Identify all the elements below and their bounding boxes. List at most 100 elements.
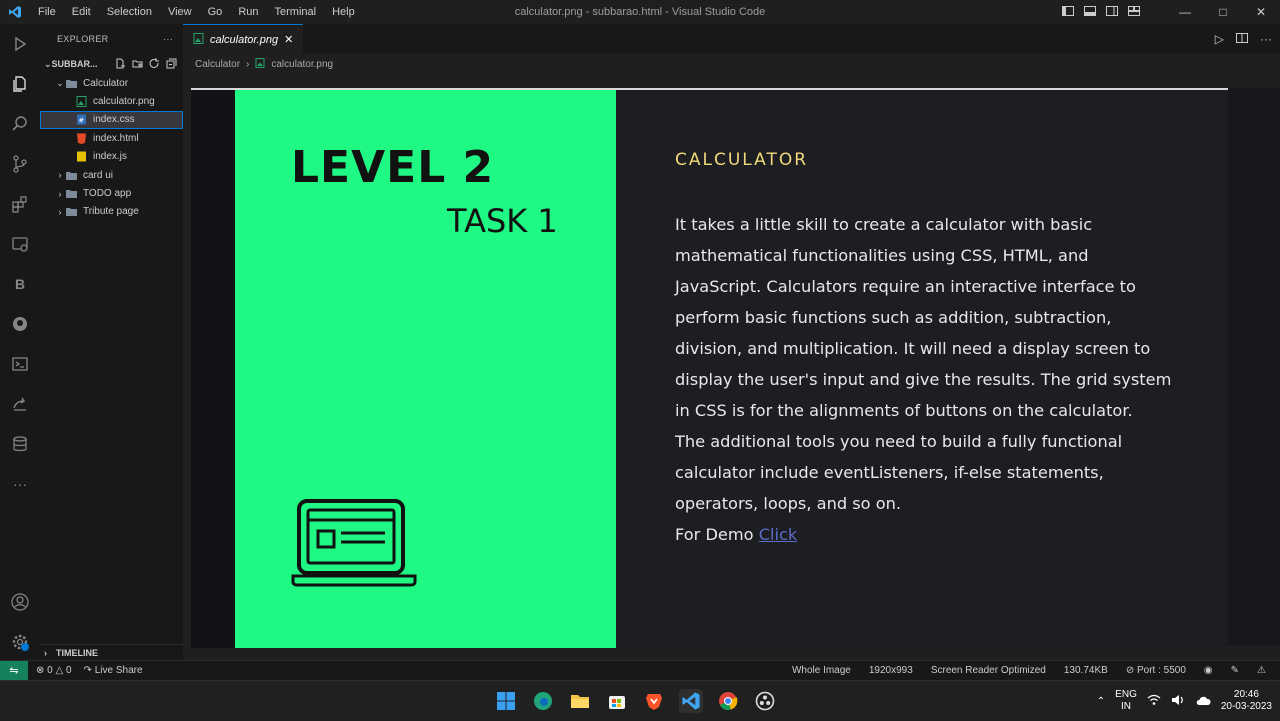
live-share-icon[interactable] (0, 384, 40, 424)
live-server-port[interactable]: ⊘ Port : 5500 (1126, 665, 1186, 676)
tree-file-index-js[interactable]: index.js (40, 148, 183, 166)
brave-browser-icon[interactable] (642, 689, 666, 713)
chevron-right-icon: › (246, 58, 250, 70)
toggle-secondary-sidebar-icon[interactable] (1106, 5, 1118, 20)
tree-item-label: calculator.png (93, 96, 155, 108)
input-language[interactable]: ENG IN (1115, 689, 1137, 713)
windows-start-icon[interactable] (494, 689, 518, 713)
file-explorer-icon[interactable] (568, 689, 592, 713)
menu-go[interactable]: Go (200, 6, 231, 18)
slide-body-line: in CSS is for the alignments of buttons … (675, 401, 1133, 420)
tree-folder-todo-app[interactable]: › TODO app (40, 184, 183, 202)
menu-help[interactable]: Help (324, 6, 363, 18)
title-bar: File Edit Selection View Go Run Terminal… (0, 0, 1280, 24)
run-debug-icon[interactable] (0, 24, 40, 64)
explorer-more-icon[interactable]: ··· (163, 34, 173, 44)
extensions-icon[interactable] (0, 184, 40, 224)
terminal-icon[interactable] (0, 344, 40, 384)
more-actions-icon[interactable]: ··· (1260, 32, 1272, 46)
clock-date: 20-03-2023 (1220, 701, 1272, 712)
preview-scroll-area (1228, 88, 1280, 646)
menu-file[interactable]: File (30, 6, 64, 18)
notifications-bell-icon[interactable]: ⚠ (1257, 665, 1266, 676)
database-icon[interactable] (0, 424, 40, 464)
js-file-icon (76, 151, 88, 162)
menu-edit[interactable]: Edit (64, 6, 99, 18)
menu-view[interactable]: View (160, 6, 200, 18)
manage-gear-icon[interactable] (0, 622, 40, 662)
remote-explorer-icon[interactable] (0, 224, 40, 264)
slide-body-line: It takes a little skill to create a calc… (675, 215, 1093, 234)
editor-tabs: calculator.png ✕ ▷ ··· (183, 24, 1280, 54)
slide-body-line: calculator include eventListeners, if-el… (675, 463, 1104, 482)
chrome-browser-icon[interactable] (716, 689, 740, 713)
maximize-button[interactable]: □ (1204, 5, 1242, 19)
image-file-icon (255, 57, 265, 71)
edge-browser-icon[interactable] (531, 689, 555, 713)
menu-run[interactable]: Run (230, 6, 266, 18)
timeline-label: TIMELINE (56, 647, 98, 658)
demo-link: Click (758, 525, 798, 544)
breadcrumb-folder[interactable]: Calculator (195, 59, 240, 70)
toggle-sidebar-icon[interactable] (1062, 5, 1074, 20)
remote-indicator-icon[interactable]: ⇋ (0, 660, 28, 681)
editor-area: calculator.png ✕ ▷ ··· Calculator › calc… (183, 24, 1280, 660)
vscode-taskbar-icon[interactable] (679, 689, 703, 713)
screen-reader-mode[interactable]: Screen Reader Optimized (931, 665, 1046, 676)
explorer-icon[interactable] (0, 64, 40, 104)
menu-selection[interactable]: Selection (99, 6, 160, 18)
tray-overflow-chevron-icon[interactable]: ⌃ (1097, 696, 1105, 707)
slide-body-line: mathematical functionalities using CSS, … (675, 246, 1089, 265)
workspace-root[interactable]: ⌄ SUBBAR... (40, 54, 183, 74)
demo-label: For Demo (675, 525, 759, 544)
region-code: IN (1121, 701, 1131, 712)
accounts-icon[interactable] (0, 582, 40, 622)
collapse-all-icon[interactable] (166, 58, 177, 71)
tree-file-index-html[interactable]: index.html (40, 129, 183, 147)
weather-cloud-icon[interactable] (1195, 694, 1211, 709)
slide-body-line: JavaScript. Calculators require an inter… (675, 277, 1136, 296)
slide-body-line: display the user's input and give the re… (675, 370, 1172, 389)
new-folder-icon[interactable] (132, 58, 143, 71)
new-file-icon[interactable] (115, 58, 126, 71)
breadcrumb-file[interactable]: calculator.png (271, 59, 333, 70)
live-share-button[interactable]: ↷ Live Share (84, 665, 143, 676)
more-icon[interactable]: ··· (0, 464, 40, 504)
tree-item-label: index.js (93, 151, 127, 163)
tab-calculator-png[interactable]: calculator.png ✕ (183, 24, 304, 54)
tree-folder-card-ui[interactable]: › card ui (40, 166, 183, 184)
tree-item-label: TODO app (83, 188, 132, 200)
whole-image-button[interactable]: Whole Image (792, 665, 851, 676)
split-editor-icon[interactable] (1236, 32, 1248, 47)
refresh-icon[interactable] (149, 57, 160, 71)
slide-left-band (191, 90, 235, 648)
system-clock[interactable]: 20:46 20-03-2023 (1221, 689, 1272, 713)
bootstrap-icon[interactable]: B (0, 264, 40, 304)
github-icon[interactable] (0, 304, 40, 344)
wifi-icon[interactable] (1147, 694, 1161, 709)
volume-icon[interactable] (1171, 694, 1185, 709)
tree-file-calculator-png[interactable]: calculator.png (40, 92, 183, 110)
search-icon[interactable] (0, 104, 40, 144)
timeline-section[interactable]: › TIMELINE (40, 644, 183, 660)
close-window-button[interactable]: ✕ (1242, 5, 1280, 19)
source-control-icon[interactable] (0, 144, 40, 184)
close-tab-icon[interactable]: ✕ (284, 33, 293, 46)
menu-bar: File Edit Selection View Go Run Terminal… (30, 6, 363, 18)
obs-studio-icon[interactable] (753, 689, 777, 713)
image-file-icon (76, 96, 88, 108)
microsoft-store-icon[interactable] (605, 689, 629, 713)
copilot-icon[interactable]: ◉ (1204, 665, 1213, 676)
toggle-panel-icon[interactable] (1084, 5, 1096, 20)
menu-terminal[interactable]: Terminal (267, 6, 325, 18)
tree-file-index-css[interactable]: # index.css (40, 110, 183, 130)
minimize-button[interactable]: — (1166, 5, 1204, 19)
feedback-icon[interactable]: ✎ (1231, 665, 1239, 676)
problems-indicator[interactable]: ⊗ 0 △ 0 (36, 665, 72, 676)
run-icon[interactable]: ▷ (1215, 32, 1224, 46)
slide-green-panel: LEVEL 2 TASK 1 (235, 90, 616, 648)
tree-item-label: card ui (83, 169, 114, 181)
customize-layout-icon[interactable] (1128, 5, 1140, 20)
tree-folder-tribute-page[interactable]: › Tribute page (40, 203, 183, 221)
tree-folder-calculator[interactable]: ⌄ Calculator (40, 74, 183, 92)
